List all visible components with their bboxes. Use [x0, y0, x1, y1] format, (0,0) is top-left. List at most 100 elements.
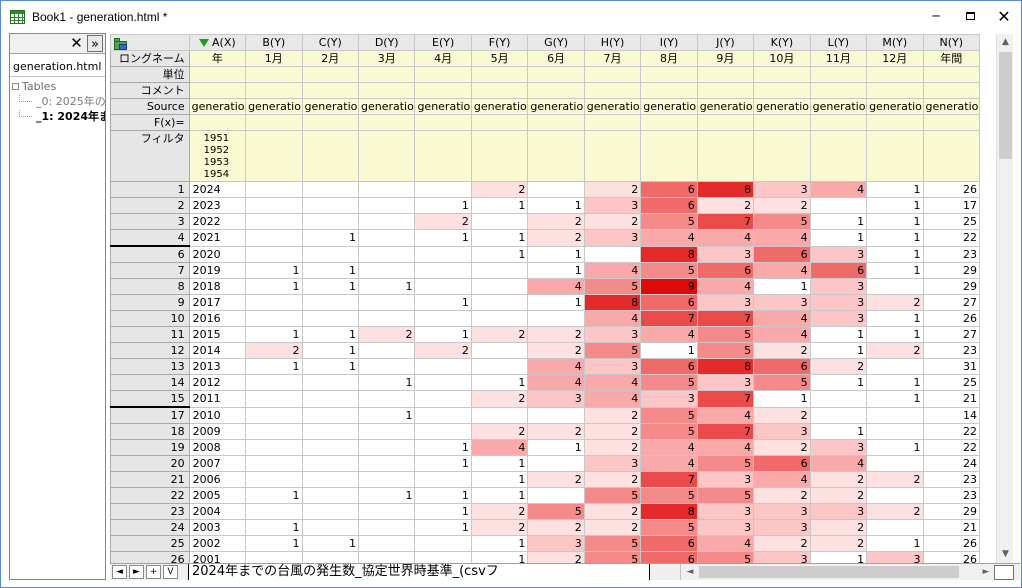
value-cell[interactable]: 14 [922, 406, 981, 424]
column-header[interactable]: N(Y) [922, 34, 981, 51]
value-cell[interactable] [301, 245, 359, 263]
value-cell[interactable]: 1 [866, 229, 924, 247]
value-cell[interactable]: 1 [809, 326, 868, 343]
value-cell[interactable] [357, 535, 416, 552]
year-cell[interactable]: 2013 [188, 358, 247, 375]
value-cell[interactable]: 1 [527, 294, 585, 311]
horizontal-scrollbar[interactable]: ◄ ► [680, 564, 998, 580]
value-cell[interactable]: 4 [470, 439, 529, 456]
meta-cell[interactable] [414, 114, 472, 131]
value-cell[interactable]: 27 [922, 326, 981, 343]
meta-row-label[interactable]: コメント [110, 82, 190, 99]
meta-cell[interactable] [414, 82, 472, 99]
value-cell[interactable]: 31 [922, 358, 981, 375]
value-cell[interactable]: 5 [753, 213, 811, 230]
value-cell[interactable]: 4 [753, 229, 811, 247]
value-cell[interactable]: 21 [922, 519, 981, 536]
value-cell[interactable]: 6 [640, 294, 698, 311]
meta-cell[interactable] [245, 130, 303, 182]
value-cell[interactable]: 2 [583, 471, 642, 488]
year-cell[interactable]: 2022 [188, 213, 247, 230]
meta-cell[interactable] [696, 66, 755, 83]
column-header[interactable]: F(Y) [470, 34, 529, 51]
value-cell[interactable] [809, 390, 868, 408]
value-cell[interactable]: 29 [922, 278, 981, 295]
value-cell[interactable]: 1 [866, 374, 924, 391]
value-cell[interactable]: 1 [809, 229, 868, 247]
meta-cell[interactable]: generatio [414, 98, 472, 115]
meta-cell[interactable] [245, 82, 303, 99]
value-cell[interactable] [245, 503, 303, 520]
value-cell[interactable]: 1 [866, 213, 924, 230]
meta-cell[interactable] [753, 66, 811, 83]
value-cell[interactable] [866, 487, 924, 504]
value-cell[interactable]: 1 [245, 487, 303, 504]
meta-cell[interactable]: generatio [696, 98, 755, 115]
row-number[interactable]: 23 [110, 503, 190, 520]
value-cell[interactable]: 3 [809, 278, 868, 295]
meta-cell[interactable]: generatio [583, 98, 642, 115]
value-cell[interactable]: 2 [527, 326, 585, 343]
meta-cell[interactable] [696, 130, 755, 182]
value-cell[interactable]: 6 [640, 358, 698, 375]
value-cell[interactable] [414, 535, 472, 552]
row-number[interactable]: 20 [110, 455, 190, 472]
value-cell[interactable]: 4 [753, 471, 811, 488]
row-number[interactable]: 3 [110, 213, 190, 230]
value-cell[interactable]: 5 [583, 278, 642, 295]
value-cell[interactable]: 5 [640, 423, 698, 440]
meta-cell[interactable] [753, 82, 811, 99]
value-cell[interactable] [357, 197, 416, 214]
worksheet[interactable]: A(X) B(Y) C(Y) D(Y) E(Y) F(Y) G(Y) H(Y) I(Y) J(Y)… [110, 34, 996, 564]
value-cell[interactable] [470, 406, 529, 424]
value-cell[interactable] [866, 278, 924, 295]
meta-cell[interactable] [301, 82, 359, 99]
value-cell[interactable]: 5 [696, 487, 755, 504]
value-cell[interactable]: 5 [640, 213, 698, 230]
value-cell[interactable]: 1 [866, 310, 924, 327]
value-cell[interactable]: 1 [301, 326, 359, 343]
value-cell[interactable]: 7 [696, 423, 755, 440]
value-cell[interactable] [357, 342, 416, 359]
value-cell[interactable] [809, 197, 868, 214]
close-window-button[interactable]: ✕ [989, 4, 1019, 28]
scroll-right-icon[interactable]: ► [979, 564, 993, 580]
meta-cell[interactable]: 9月 [696, 50, 755, 67]
value-cell[interactable]: 5 [640, 406, 698, 424]
value-cell[interactable]: 2 [866, 342, 924, 359]
meta-cell[interactable] [583, 82, 642, 99]
value-cell[interactable] [470, 342, 529, 359]
value-cell[interactable]: 5 [583, 487, 642, 504]
meta-cell[interactable]: generatio [922, 98, 981, 115]
row-number[interactable]: 10 [110, 310, 190, 327]
add-sheet-button[interactable]: + [146, 565, 161, 579]
value-cell[interactable]: 3 [583, 455, 642, 472]
value-cell[interactable] [301, 423, 359, 440]
value-cell[interactable] [527, 310, 585, 327]
row-number[interactable]: 7 [110, 262, 190, 279]
year-cell[interactable]: 2014 [188, 342, 247, 359]
meta-cell[interactable]: 11月 [809, 50, 868, 67]
value-cell[interactable]: 5 [640, 519, 698, 536]
value-cell[interactable]: 3 [527, 390, 585, 408]
value-cell[interactable]: 1 [527, 245, 585, 263]
meta-cell[interactable] [414, 130, 472, 182]
select-all-corner[interactable] [110, 34, 190, 51]
value-cell[interactable]: 17 [922, 197, 981, 214]
value-cell[interactable]: 1 [301, 278, 359, 295]
value-cell[interactable]: 2 [753, 487, 811, 504]
value-cell[interactable]: 1 [357, 374, 416, 391]
year-cell[interactable]: 2007 [188, 455, 247, 472]
column-header[interactable]: H(Y) [583, 34, 642, 51]
meta-cell[interactable] [866, 114, 924, 131]
value-cell[interactable]: 2 [753, 197, 811, 214]
meta-cell[interactable] [640, 114, 698, 131]
value-cell[interactable] [414, 358, 472, 375]
value-cell[interactable] [414, 471, 472, 488]
value-cell[interactable]: 2 [753, 342, 811, 359]
value-cell[interactable]: 5 [640, 374, 698, 391]
value-cell[interactable] [245, 455, 303, 472]
row-number[interactable]: 18 [110, 423, 190, 440]
value-cell[interactable]: 23 [922, 342, 981, 359]
column-header[interactable]: D(Y) [357, 34, 416, 51]
